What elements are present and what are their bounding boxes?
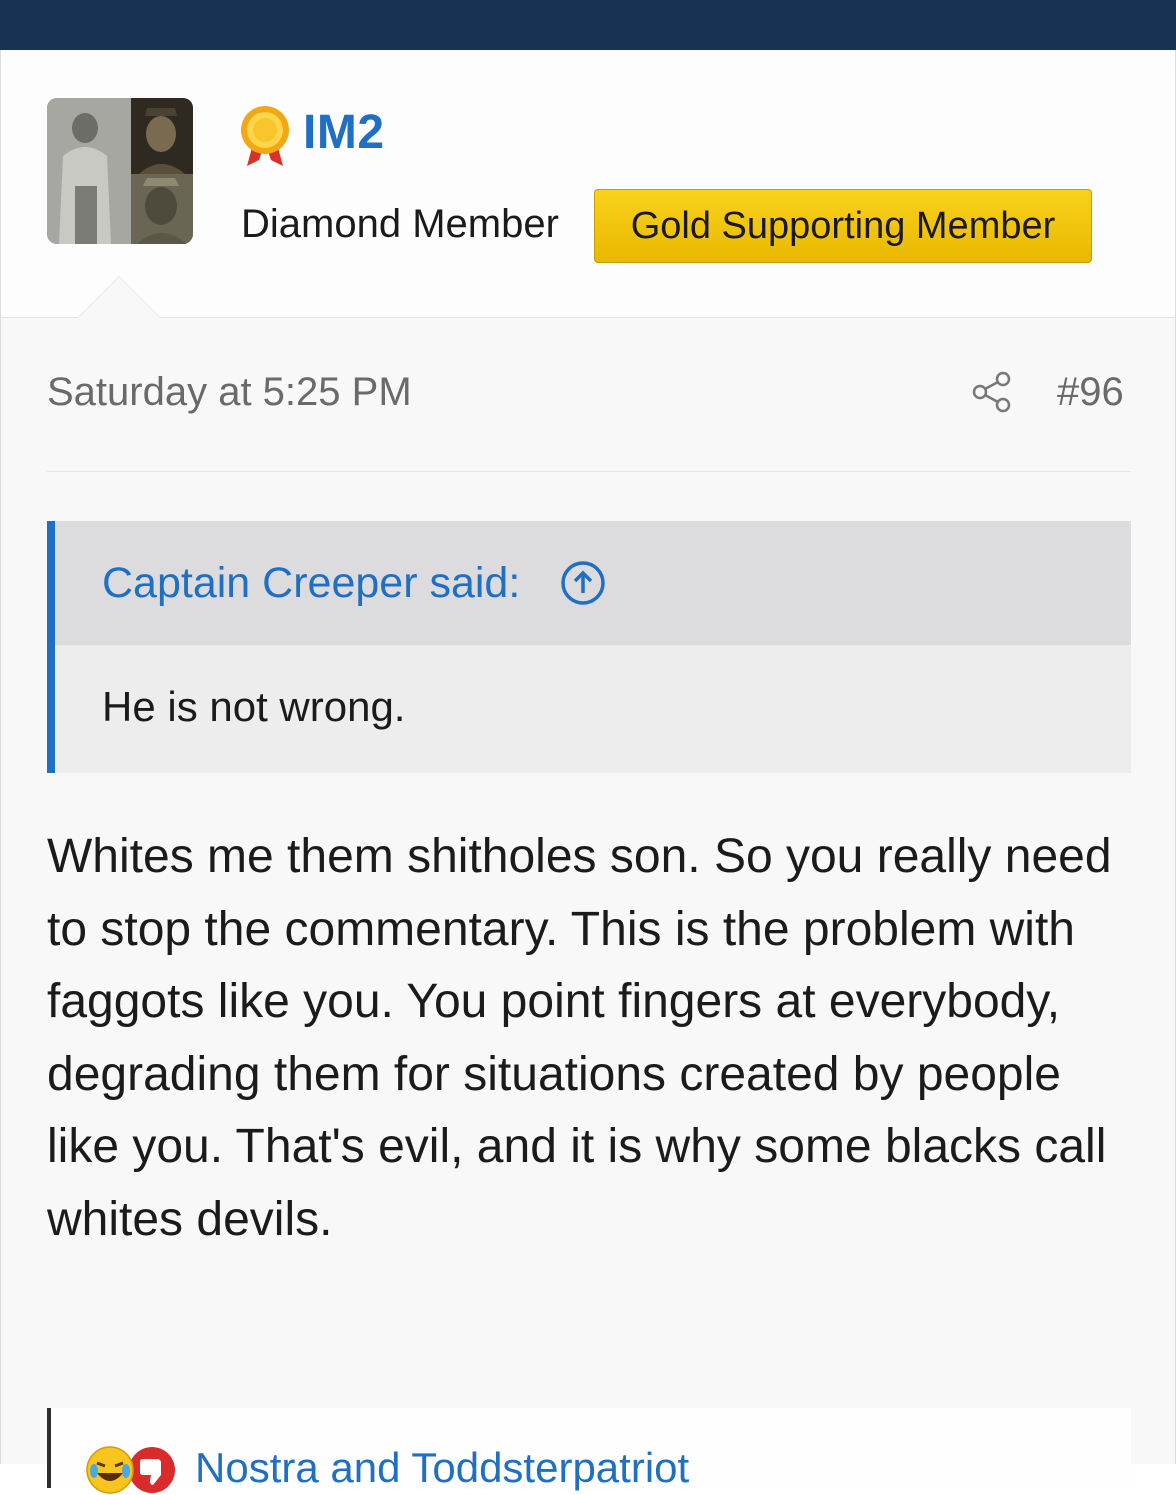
medal-icon	[241, 106, 289, 166]
post-date-link[interactable]: Saturday at 5:25 PM	[47, 370, 412, 415]
post-message-text: Whites me them shitholes son. So you rea…	[47, 830, 1112, 1246]
post-message: Whites me them shitholes son. So you rea…	[47, 821, 1137, 1256]
arrow-up-circle-icon[interactable]	[559, 559, 607, 607]
quote-block: Captain Creeper said: He is not wrong.	[47, 521, 1131, 773]
quote-author-link[interactable]: Captain Creeper said:	[102, 559, 520, 608]
quote-header: Captain Creeper said:	[55, 521, 1131, 645]
post-number-link[interactable]: #96	[1057, 370, 1124, 415]
top-navigation-bar	[0, 0, 1176, 50]
reaction-users-link[interactable]: Nostra and Toddsterpatriot	[195, 1444, 689, 1492]
avatar[interactable]	[47, 98, 193, 244]
username-link[interactable]: IM2	[303, 105, 385, 160]
post-container: IM2 Diamond Member Gold Supporting Membe…	[0, 50, 1176, 1494]
laugh-emoji-icon	[86, 1446, 134, 1494]
divider	[47, 471, 1131, 472]
user-title: Diamond Member	[241, 202, 559, 246]
quote-text: He is not wrong.	[102, 683, 406, 730]
reactions-bar: Nostra and Toddsterpatriot	[47, 1408, 1131, 1494]
share-icon[interactable]	[971, 370, 1015, 414]
user-header: IM2 Diamond Member Gold Supporting Membe…	[1, 50, 1175, 318]
post-body: Saturday at 5:25 PM #96 Captain Creeper …	[1, 318, 1175, 1494]
user-banner: Gold Supporting Member	[594, 189, 1092, 263]
header-pointer	[77, 276, 161, 318]
